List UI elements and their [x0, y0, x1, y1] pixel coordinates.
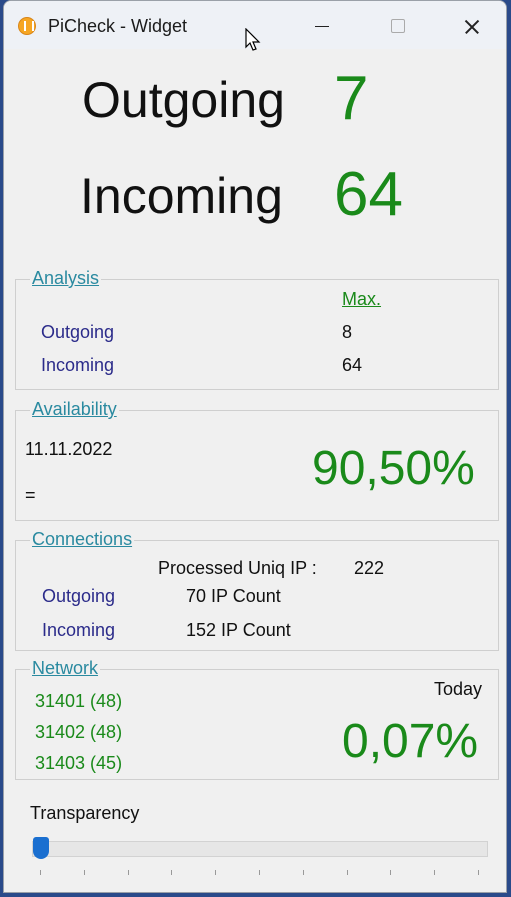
network-group: Network Today 31401 (48) 31402 (48) 3140…: [15, 658, 499, 780]
availability-date: 11.11.2022: [25, 439, 113, 459]
processed-uniq-ip-value: 222: [354, 558, 385, 578]
transparency-slider-track[interactable]: [32, 841, 488, 857]
outgoing-label: Outgoing: [82, 72, 285, 128]
analysis-incoming-max: 64: [342, 355, 363, 375]
widget-window: PiCheck - Widget Outgoing 7 Incoming 64 …: [3, 0, 507, 893]
availability-equals: =: [25, 485, 36, 505]
availability-percent: 90,50%: [312, 442, 475, 495]
network-port-item: 31402 (48): [35, 722, 123, 742]
transparency-label: Transparency: [30, 803, 140, 823]
slider-tick: [215, 870, 217, 875]
analysis-title[interactable]: Analysis: [30, 268, 102, 289]
close-button[interactable]: [452, 9, 492, 43]
network-today-label: Today: [434, 679, 483, 699]
network-port-item: 31403 (45): [35, 753, 123, 773]
maximize-button[interactable]: [378, 9, 418, 43]
slider-tick: [346, 870, 348, 875]
connections-incoming-count: 152 IP Count: [186, 620, 291, 640]
transparency-slider-thumb[interactable]: [33, 837, 49, 859]
slider-tick: [259, 870, 260, 875]
window-title: PiCheck - Widget: [48, 16, 188, 36]
slider-tick: [434, 870, 436, 875]
slider-tick: [40, 870, 41, 875]
availability-title[interactable]: Availability: [30, 399, 119, 420]
slider-tick: [302, 870, 304, 875]
incoming-value: 64: [334, 160, 403, 229]
analysis-incoming-label: Incoming: [41, 355, 115, 375]
analysis-outgoing-label: Outgoing: [41, 322, 115, 342]
availability-group: Availability 11.11.2022 = 90,50%: [15, 399, 499, 521]
network-port-item: 31401 (48): [35, 691, 123, 711]
app-icon: [18, 17, 36, 35]
analysis-outgoing-max: 8: [342, 322, 353, 342]
slider-tick: [390, 870, 392, 875]
slider-tick: [83, 870, 85, 875]
connections-outgoing-count: 70 IP Count: [186, 586, 281, 606]
slider-tick: [478, 870, 479, 875]
network-title[interactable]: Network: [30, 658, 101, 679]
analysis-group: Analysis Max. Outgoing 8 Incoming 64: [15, 268, 499, 390]
outgoing-value: 7: [334, 64, 369, 133]
incoming-label: Incoming: [80, 168, 283, 224]
network-percent: 0,07%: [342, 715, 479, 768]
slider-tick: [171, 870, 173, 875]
max-header[interactable]: Max.: [342, 289, 381, 310]
connections-title[interactable]: Connections: [30, 529, 135, 550]
slider-tick: [127, 870, 129, 875]
processed-uniq-ip-label: Processed Uniq IP :: [158, 558, 317, 578]
connections-outgoing-label: Outgoing: [42, 586, 116, 606]
connections-group: Connections Processed Uniq IP : 222 Outg…: [15, 529, 499, 651]
connections-incoming-label: Incoming: [42, 620, 116, 640]
minimize-button[interactable]: [302, 9, 342, 43]
